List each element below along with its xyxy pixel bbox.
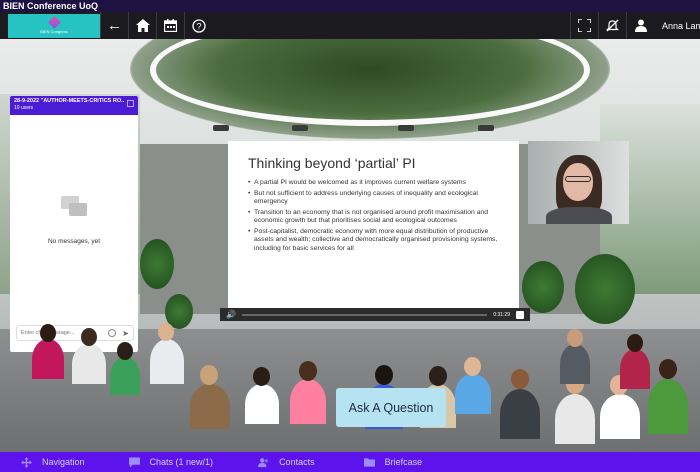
stage-light <box>398 125 414 131</box>
chat-input-row: ➤ <box>16 325 134 341</box>
logo-mark-icon <box>47 15 61 29</box>
slide-bullet-list: A partial PI would be welcomed as it imp… <box>248 179 499 253</box>
nav-briefcase[interactable]: Briefcase <box>363 457 423 467</box>
home-icon <box>135 19 150 32</box>
agenda-button[interactable] <box>156 12 184 39</box>
profile-button[interactable] <box>626 12 654 39</box>
slide-bullet: A partial PI would be welcomed as it imp… <box>248 179 499 188</box>
nav-briefcase-label: Briefcase <box>384 457 423 467</box>
send-icon[interactable]: ➤ <box>122 329 129 338</box>
chat-minimize-icon[interactable] <box>127 100 134 107</box>
playback-progress[interactable] <box>241 313 488 316</box>
chat-empty-text: No messages, yet <box>47 238 101 245</box>
virtual-auditorium: Thinking beyond ‘partial’ PI A partial P… <box>0 39 700 452</box>
svg-text:?: ? <box>196 21 201 31</box>
back-button[interactable]: ← <box>100 12 128 39</box>
contacts-icon <box>258 457 269 467</box>
session-chat-panel: 28-9-2022 "AUTHOR-MEETS-CRITICS RO... 10… <box>10 96 138 352</box>
bottom-navigation-bar: Navigation Chats (1 new/1) Contacts Brie… <box>0 452 700 472</box>
question-circle-icon: ? <box>191 18 206 33</box>
user-icon <box>634 19 647 32</box>
help-button[interactable]: ? <box>184 12 212 39</box>
presentation-slide: Thinking beyond ‘partial’ PI A partial P… <box>228 141 519 308</box>
slide-title: Thinking beyond ‘partial’ PI <box>248 155 416 171</box>
speaker-face <box>563 163 593 201</box>
stage-light <box>478 125 494 131</box>
fullscreen-icon <box>578 19 591 32</box>
stage-light <box>213 125 229 131</box>
calendar-icon <box>164 19 177 32</box>
chat-empty-state: No messages, yet <box>10 196 138 245</box>
decor-plant <box>140 239 174 289</box>
speaker-glasses <box>565 176 591 182</box>
emoji-icon[interactable] <box>108 329 117 337</box>
chat-bubbles-icon <box>61 196 87 218</box>
user-name[interactable]: Anna Lam <box>654 21 700 31</box>
fullscreen-button[interactable] <box>570 12 598 39</box>
volume-icon[interactable]: 🔊 <box>226 310 236 319</box>
nav-navigation-label: Navigation <box>42 457 85 467</box>
home-button[interactable] <box>128 12 156 39</box>
chat-icon <box>128 456 140 468</box>
decor-plant <box>575 254 635 324</box>
video-player-controls: 🔊 0:31:29 <box>220 308 530 321</box>
slide-bullet: Post-capitalist, democratic economy with… <box>248 228 499 254</box>
playback-time: 0:31:29 <box>493 311 510 318</box>
slide-bullet: But not sufficient to address underlying… <box>248 190 499 207</box>
folder-icon <box>363 457 375 467</box>
move-arrows-icon <box>21 456 32 468</box>
decor-plant <box>522 261 564 313</box>
bell-off-icon <box>606 19 619 32</box>
caption-icon[interactable] <box>516 310 524 319</box>
toolbar-right-group: Anna Lam <box>552 12 700 39</box>
ask-question-button[interactable]: Ask A Question <box>336 388 446 427</box>
speaker-body <box>546 207 612 224</box>
nav-contacts-label: Contacts <box>279 457 315 467</box>
speaker-webcam <box>528 141 629 224</box>
stage-light <box>292 125 308 131</box>
nav-contacts[interactable]: Contacts <box>258 457 315 467</box>
top-toolbar: BIEN Congress ← ? Anna Lam <box>0 12 700 39</box>
nav-chats[interactable]: Chats (1 new/1) <box>128 456 214 468</box>
chat-session-title: 28-9-2022 "AUTHOR-MEETS-CRITICS RO... <box>14 98 124 104</box>
mute-button[interactable] <box>598 12 626 39</box>
chat-user-count: 10 users <box>14 105 34 111</box>
arrow-left-icon: ← <box>107 17 122 34</box>
nav-chats-label: Chats (1 new/1) <box>149 457 214 467</box>
window-title: BIEN Conference UoQ <box>0 0 700 12</box>
slide-bullet: Transition to an economy that is not org… <box>248 209 499 226</box>
conference-logo[interactable]: BIEN Congress <box>8 13 100 38</box>
nav-navigation[interactable]: Navigation <box>21 456 85 468</box>
chat-header: 28-9-2022 "AUTHOR-MEETS-CRITICS RO... 10… <box>10 96 138 115</box>
